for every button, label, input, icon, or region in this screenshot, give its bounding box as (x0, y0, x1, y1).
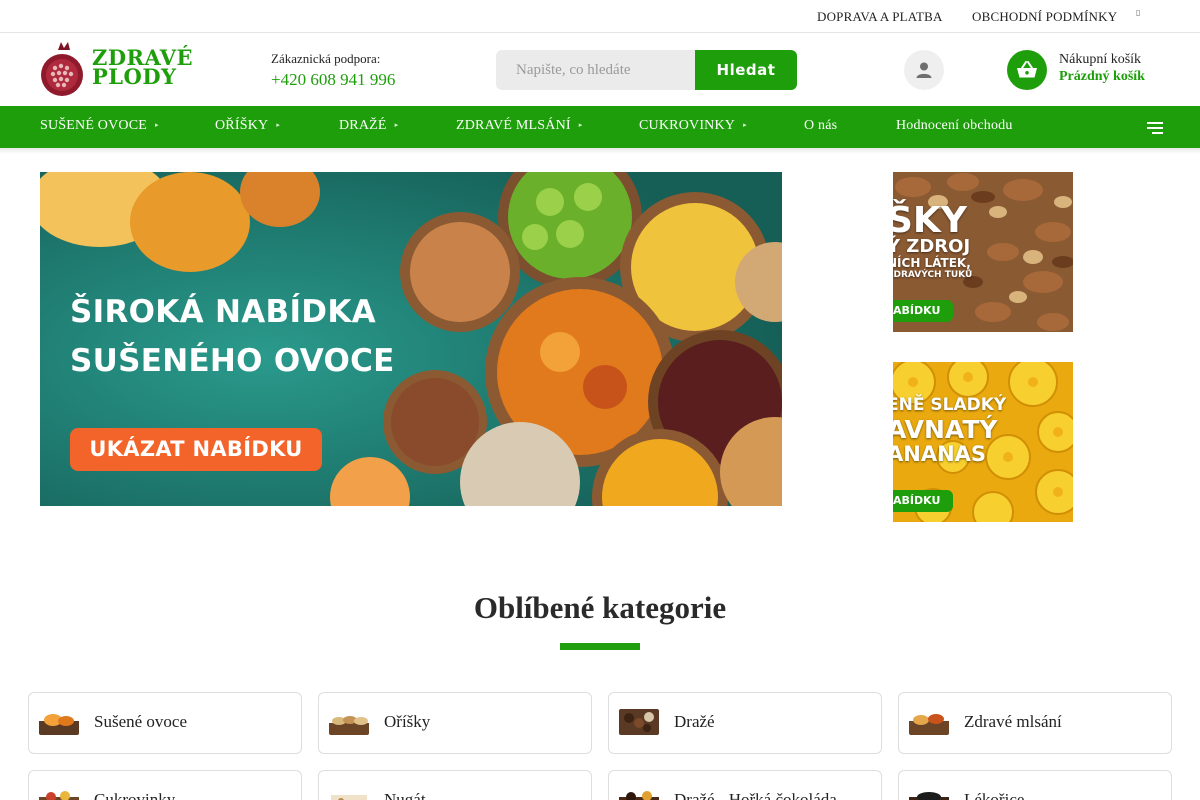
site-header: ZDRAVÉ PLODY Zákaznická podpora: +420 60… (0, 33, 1200, 106)
section-title: Oblíbené kategorie (473, 590, 727, 625)
promo-line: ENĚ SLADKÝ (893, 395, 1007, 415)
promo-line: ŠKY (893, 200, 967, 241)
category-thumbnail (909, 709, 949, 735)
nav-item-label: DRAŽÉ (339, 118, 387, 133)
account-button[interactable] (904, 50, 944, 90)
category-thumbnail (619, 787, 659, 800)
promo-tile-nuts[interactable]: ŠKY Ý ZDROJ NÍCH LÁTEK, ZDRAVÝCH TUKŮ AB… (893, 172, 1073, 332)
category-card-draze-horka-cokolada[interactable]: Dražé - Hořká čokoláda (608, 770, 882, 800)
hero-cta-button[interactable]: UKÁZAT NABÍDKU (70, 428, 322, 471)
category-label: Oříšky (384, 712, 431, 731)
hero-heading-line2: SUŠENÉHO OVOCE (70, 343, 395, 379)
chevron-down-icon: ▸ (394, 121, 399, 129)
nav-item-label: ZDRAVÉ MLSÁNÍ (456, 118, 571, 133)
brand-name: ZDRAVÉ PLODY (92, 47, 193, 89)
nav-item-label: CUKROVINKY (639, 118, 736, 133)
category-label: Dražé - Hořká čokoláda (674, 790, 837, 800)
nav-item-cukrovinky[interactable]: CUKROVINKY ▸ (639, 118, 747, 134)
nav-shadow (0, 148, 1200, 154)
support-phone-link[interactable]: +420 608 941 996 (271, 70, 395, 90)
search-form: Hledat (496, 50, 797, 90)
category-thumbnail (909, 787, 949, 800)
chevron-down-icon: ▸ (743, 121, 747, 129)
support-label: Zákaznická podpora: (271, 51, 381, 66)
category-label: Sušené ovoce (94, 712, 188, 731)
category-thumbnail (39, 709, 79, 735)
category-thumbnail (619, 709, 659, 735)
category-label: Cukrovinky (94, 790, 176, 800)
logo[interactable]: ZDRAVÉ PLODY (40, 42, 193, 98)
promo-button[interactable]: ABÍDKU (893, 300, 953, 322)
section-title-underline (560, 643, 640, 650)
search-input[interactable] (496, 50, 696, 90)
promo-line: AVNATÝ (893, 415, 998, 444)
topbar-extra-icon[interactable]: ▯ (1136, 8, 1140, 17)
chevron-down-icon: ▸ (276, 121, 281, 129)
chevron-down-icon: ▸ (578, 121, 583, 129)
category-label: Nugát (384, 790, 426, 800)
nav-item-label: OŘÍŠKY (215, 118, 269, 133)
promo-tile-pineapple[interactable]: ENĚ SLADKÝ AVNATÝ ANANAS ABÍDKU (893, 362, 1073, 522)
cart-button[interactable] (1007, 50, 1047, 90)
category-label: Lékořice (964, 790, 1025, 800)
category-label: Dražé (674, 712, 715, 731)
search-button[interactable]: Hledat (695, 50, 797, 90)
link-terms[interactable]: OBCHODNÍ PODMÍNKY (972, 9, 1117, 25)
basket-icon (1017, 61, 1037, 78)
nav-item-draze[interactable]: DRAŽÉ ▸ (339, 118, 398, 134)
link-shipping-payment[interactable]: DOPRAVA A PLATBA (817, 9, 943, 25)
customer-support: Zákaznická podpora: +420 608 941 996 (271, 51, 395, 90)
nav-item-hodnoceni[interactable]: Hodnocení obchodu (896, 118, 1013, 134)
brand-name-line2: PLODY (92, 64, 177, 89)
promo-line: ANANAS (893, 442, 987, 466)
nav-item-susene-ovoce[interactable]: SUŠENÉ OVOCE ▸ (40, 118, 159, 134)
cart-summary[interactable]: Nákupní košík Prázdný košík (1059, 52, 1145, 85)
category-card-draze[interactable]: Dražé (608, 692, 882, 754)
nav-item-label: O nás (804, 118, 838, 133)
category-card-zdrave-mlsani[interactable]: Zdravé mlsání (898, 692, 1172, 754)
category-card-orisky[interactable]: Oříšky (318, 692, 592, 754)
promo-button[interactable]: ABÍDKU (893, 490, 953, 512)
nav-item-label: SUŠENÉ OVOCE (40, 118, 148, 133)
hero-heading-line1: ŠIROKÁ NABÍDKA (70, 294, 376, 330)
category-thumbnail (39, 787, 79, 800)
nav-item-zdrave-mlsani[interactable]: ZDRAVÉ MLSÁNÍ ▸ (456, 118, 582, 134)
top-utility-bar: DOPRAVA A PLATBA OBCHODNÍ PODMÍNKY ▯ (0, 0, 1200, 33)
promo-line: Ý ZDROJ (893, 236, 971, 257)
chevron-down-icon: ▸ (155, 121, 159, 129)
promo-line: ZDRAVÝCH TUKŮ (893, 270, 973, 280)
nav-item-o-nas[interactable]: O nás (804, 118, 837, 134)
main-navigation: SUŠENÉ OVOCE ▸ OŘÍŠKY ▸ DRAŽÉ ▸ ZDRAVÉ MLSÁ… (0, 106, 1200, 148)
user-icon (916, 62, 932, 78)
category-thumbnail (329, 709, 369, 735)
hero-banner[interactable]: ŠIROKÁ NABÍDKA SUŠENÉHO OVOCE UKÁZAT NAB… (40, 172, 782, 506)
category-card-nugat[interactable]: Nugát (318, 770, 592, 800)
category-card-susene-ovoce[interactable]: Sušené ovoce (28, 692, 302, 754)
category-thumbnail (329, 787, 369, 800)
hamburger-icon[interactable] (1147, 122, 1163, 134)
category-label: Zdravé mlsání (964, 712, 1062, 731)
nav-item-orisky[interactable]: OŘÍŠKY ▸ (215, 118, 280, 134)
cart-status: Prázdný košík (1059, 69, 1145, 84)
promo-line: NÍCH LÁTEK, (893, 256, 971, 270)
pomegranate-logo-icon (41, 42, 83, 96)
category-card-cukrovinky[interactable]: Cukrovinky (28, 770, 302, 800)
category-card-lekorice[interactable]: Lékořice (898, 770, 1172, 800)
cart-title: Nákupní košík (1059, 52, 1142, 67)
nav-item-label: Hodnocení obchodu (896, 118, 1013, 133)
